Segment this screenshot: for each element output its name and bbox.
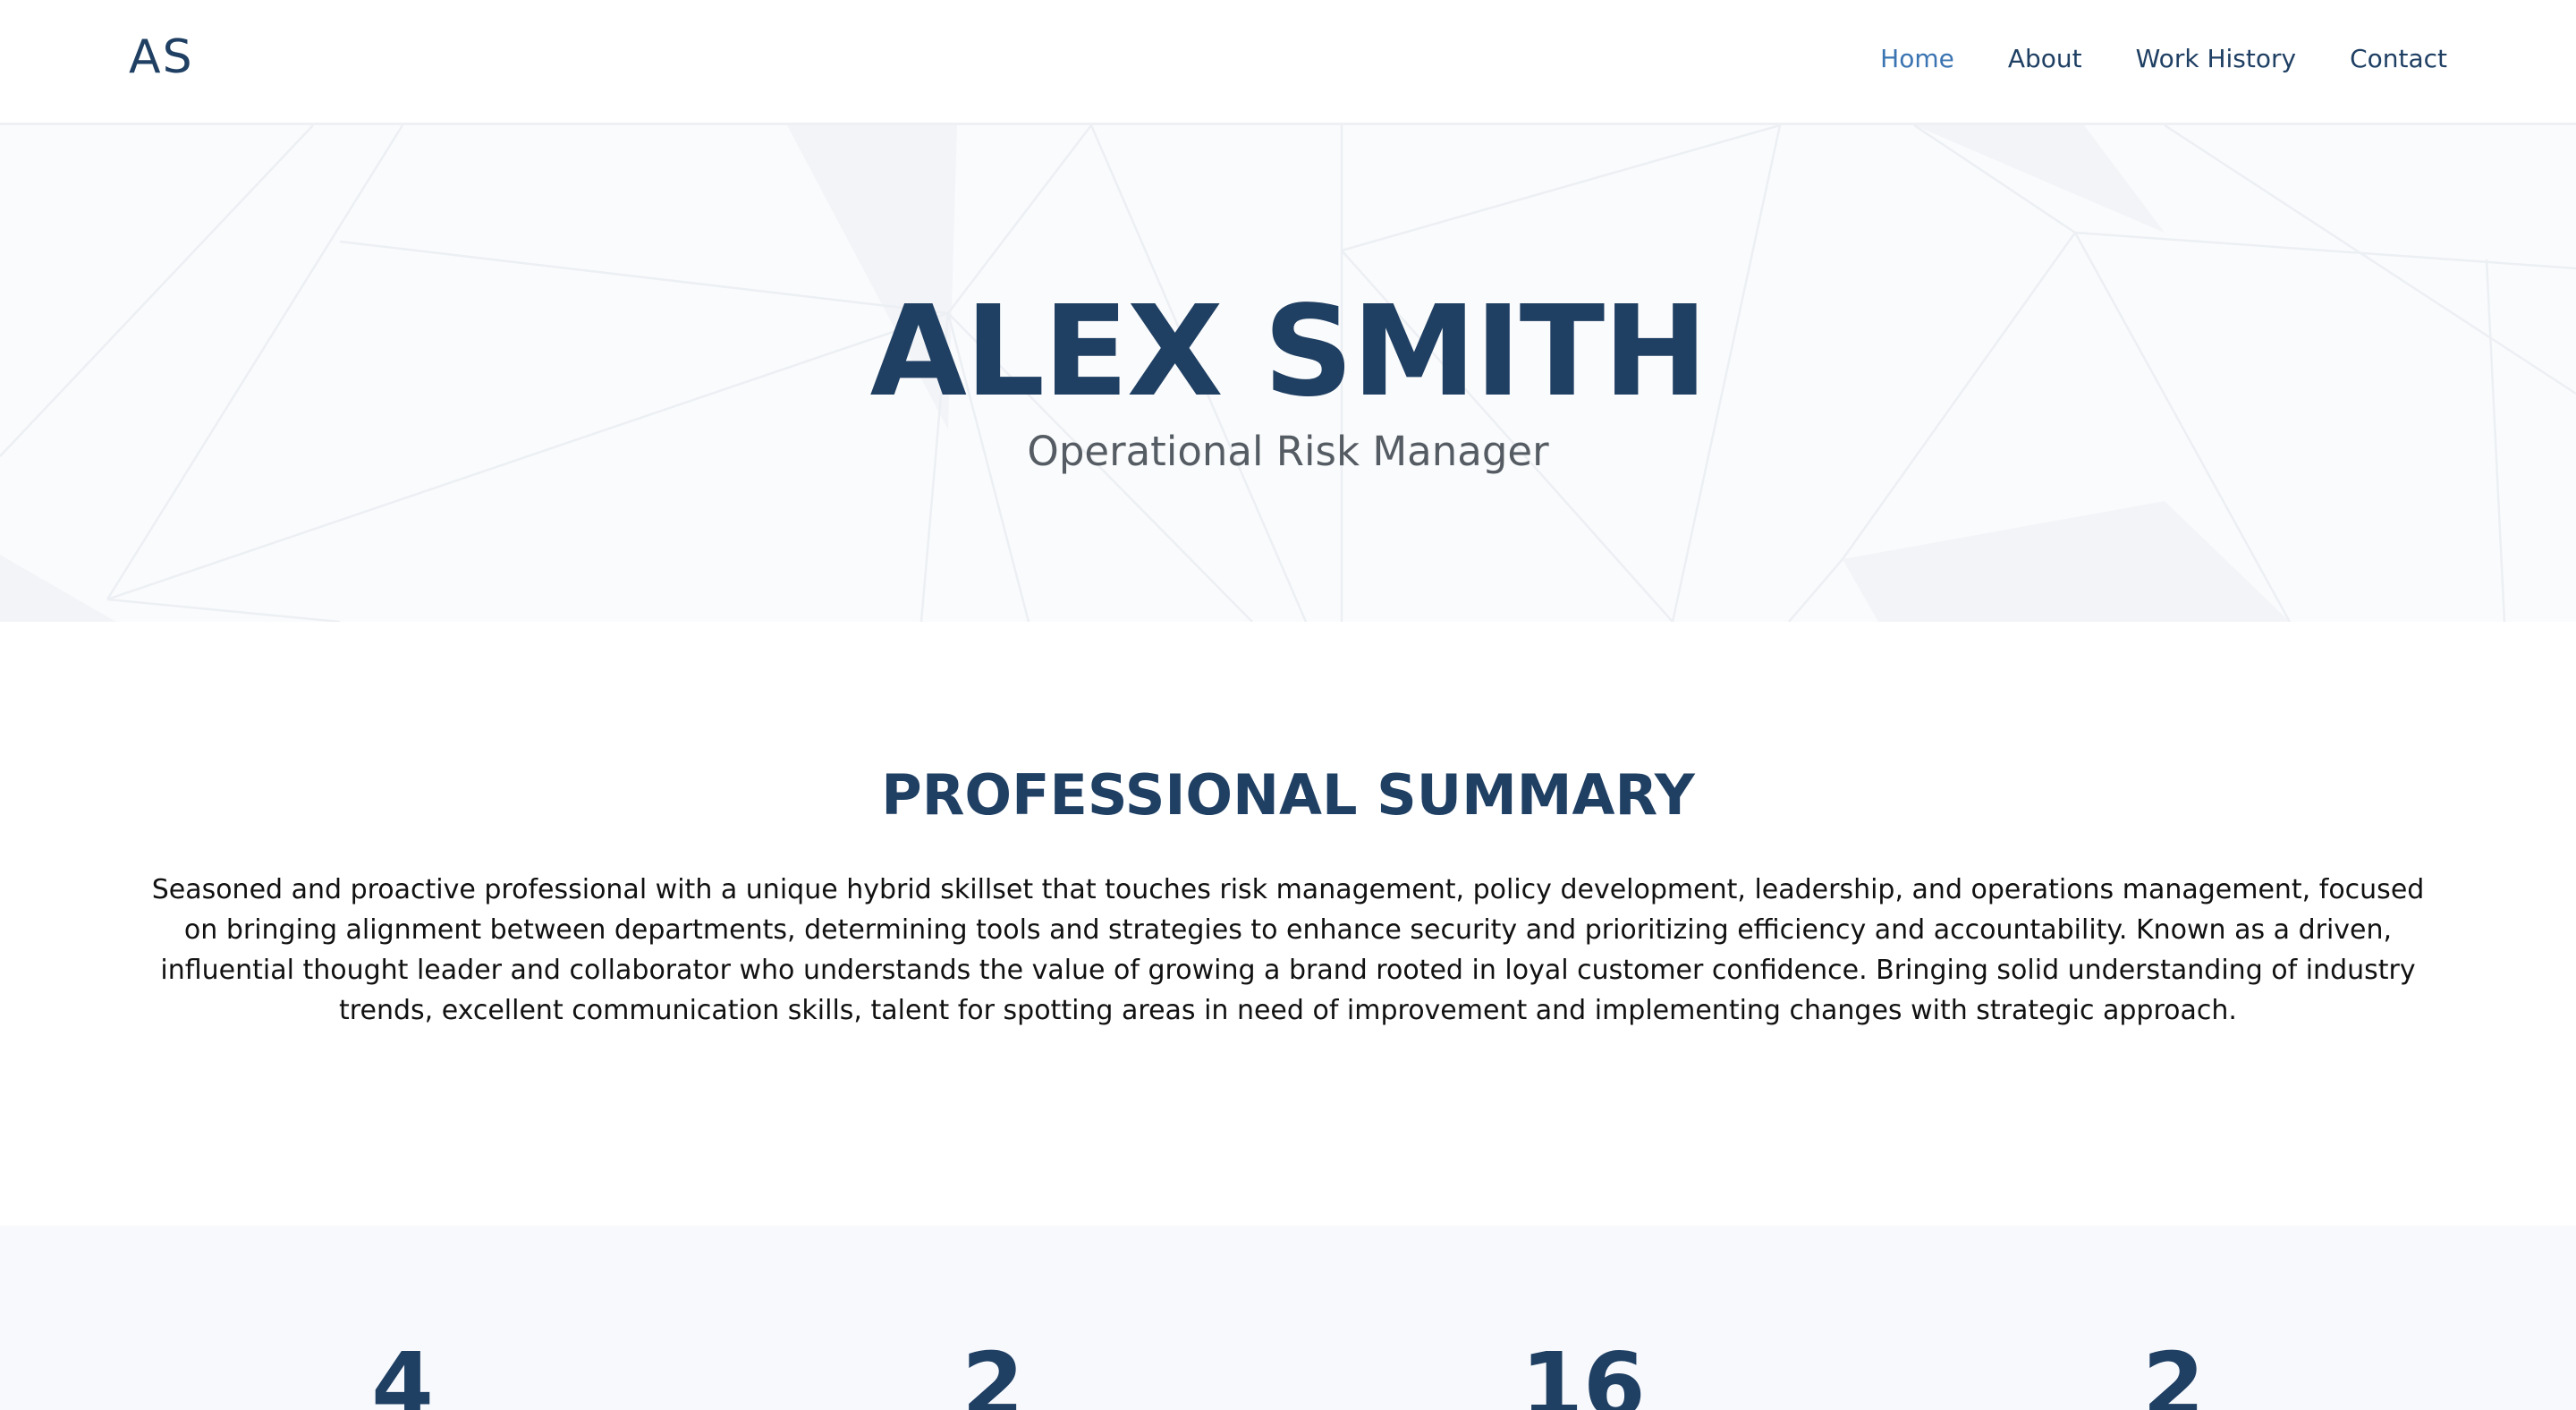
hero-name: ALEX SMITH [869,279,1708,425]
stat-value: 4 [371,1333,434,1410]
summary-text: Seasoned and proactive professional with… [151,874,2425,1026]
main-nav: Home About Work History Contact [1880,44,2447,73]
nav-link-about[interactable]: About [2008,44,2082,73]
stat-value: 2 [962,1333,1024,1410]
hero-role: Operational Risk Manager [1027,428,1549,475]
nav-link-home[interactable]: Home [1880,44,1954,73]
hero-section: ALEX SMITH Operational Risk Manager [0,125,2576,622]
site-header: AS Home About Work History Contact [0,0,2576,125]
stat-value: 16 [1521,1333,1646,1410]
logo[interactable]: AS [129,30,194,84]
stats-section: 4 2 16 2 [0,1226,2576,1410]
stat-value: 2 [2142,1333,2205,1410]
summary-title: PROFESSIONAL SUMMARY [881,762,1695,828]
nav-link-contact[interactable]: Contact [2350,44,2447,73]
nav-link-work-history[interactable]: Work History [2136,44,2296,73]
